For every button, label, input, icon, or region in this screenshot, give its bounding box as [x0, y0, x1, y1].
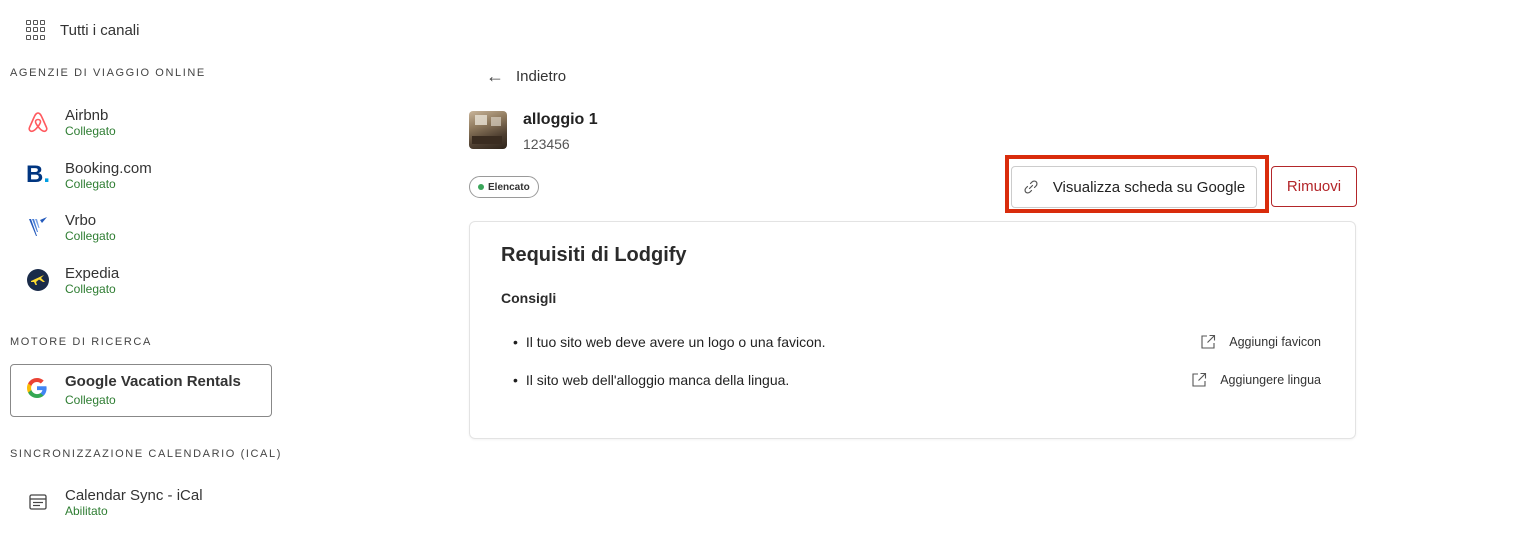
channel-status: Collegato — [65, 392, 116, 407]
sidebar: Tutti i canali AGENZIE DI VIAGGIO ONLINE… — [0, 0, 290, 538]
requirements-subtitle: Consigli — [501, 290, 557, 306]
grid-icon — [26, 20, 46, 40]
channel-ical[interactable]: Calendar Sync - iCal Abilitato — [24, 482, 274, 522]
property-name: alloggio 1 — [523, 111, 598, 128]
requirement-text: Il tuo sito web deve avere un logo o una… — [525, 334, 826, 350]
channel-airbnb[interactable]: Airbnb Collegato — [24, 102, 274, 142]
channel-status: Collegato — [65, 176, 116, 191]
channel-status: Abilitato — [65, 503, 108, 518]
channel-name: Booking.com — [65, 159, 152, 177]
requirements-title: Requisiti di Lodgify — [501, 244, 687, 266]
back-link[interactable]: ← Indietro — [486, 66, 566, 87]
channel-name: Vrbo — [65, 211, 97, 229]
add-favicon-label: Aggiungi favicon — [1229, 335, 1321, 349]
channel-status: Collegato — [65, 281, 116, 296]
airbnb-icon — [24, 108, 52, 136]
remove-button[interactable]: Rimuovi — [1271, 166, 1357, 207]
channel-booking[interactable]: B. Booking.com Collegato — [24, 155, 274, 195]
channel-name: Google Vacation Rentals — [65, 372, 241, 390]
property-thumbnail — [469, 111, 507, 149]
channel-expedia[interactable]: Expedia Collegato — [24, 260, 274, 300]
requirement-item: • Il tuo sito web deve avere un logo o u… — [501, 331, 1321, 353]
link-icon — [1024, 180, 1038, 194]
add-language-link[interactable]: Aggiungere lingua — [1190, 371, 1321, 389]
channel-name: Expedia — [65, 264, 120, 282]
status-badge: Elencato — [469, 176, 539, 198]
all-channels-link[interactable]: Tutti i canali — [26, 20, 139, 40]
requirement-item: • Il sito web dell'alloggio manca della … — [501, 369, 1321, 391]
requirements-card: Requisiti di Lodgify Consigli • Il tuo s… — [469, 221, 1356, 439]
back-label: Indietro — [516, 68, 567, 85]
external-link-icon — [1201, 334, 1216, 349]
calendar-icon — [24, 488, 52, 516]
google-icon — [25, 376, 49, 405]
bullet: • — [513, 334, 518, 350]
channel-name: Airbnb — [65, 106, 109, 124]
add-favicon-link[interactable]: Aggiungi favicon — [1199, 333, 1321, 351]
channel-name: Calendar Sync - iCal — [65, 486, 203, 504]
status-dot-icon — [478, 184, 484, 190]
view-google-listing-label: Visualizza scheda su Google — [1052, 178, 1246, 196]
all-channels-label: Tutti i canali — [60, 21, 140, 39]
requirement-text: Il sito web dell'alloggio manca della li… — [525, 372, 790, 388]
channel-vrbo[interactable]: Vrbo Collegato — [24, 207, 274, 247]
add-language-label: Aggiungere lingua — [1220, 373, 1321, 387]
property-id: 123456 — [523, 136, 570, 152]
section-label-ota: AGENZIE DI VIAGGIO ONLINE — [10, 67, 206, 79]
expedia-icon — [24, 266, 52, 294]
external-link-icon — [1192, 372, 1207, 387]
section-label-ical: SINCRONIZZAZIONE CALENDARIO (ICAL) — [10, 448, 282, 460]
bullet: • — [513, 372, 518, 388]
channel-status: Collegato — [65, 123, 116, 138]
channel-status: Collegato — [65, 228, 116, 243]
arrow-left-icon: ← — [486, 66, 504, 86]
vrbo-icon — [24, 213, 52, 241]
status-badge-label: Elencato — [488, 181, 530, 193]
view-google-listing-button[interactable]: Visualizza scheda su Google — [1011, 166, 1257, 208]
section-label-search: MOTORE DI RICERCA — [10, 336, 152, 348]
channel-google-vacation-rentals[interactable]: Google Vacation Rentals Collegato — [10, 364, 272, 417]
booking-icon: B. — [25, 161, 50, 188]
